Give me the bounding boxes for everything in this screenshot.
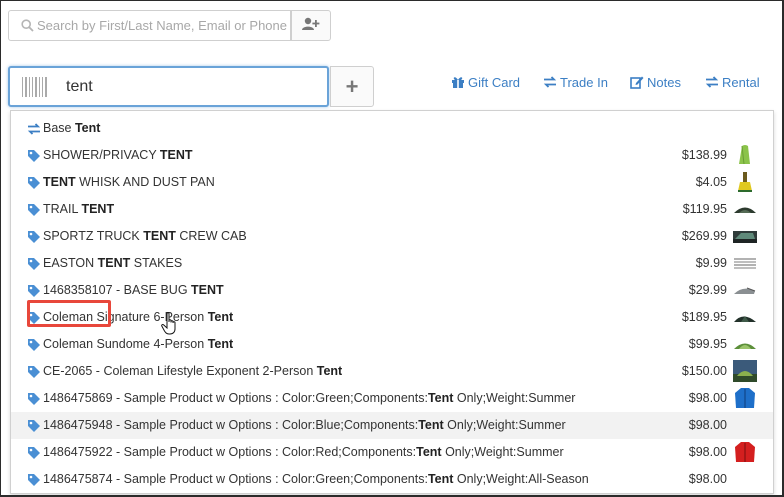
gift-icon — [451, 75, 465, 89]
gift-card-link[interactable]: Gift Card — [451, 74, 520, 90]
result-price: $98.00 — [688, 472, 727, 486]
swap-icon — [27, 122, 41, 136]
result-name: TRAIL TENT — [43, 202, 115, 216]
result-row[interactable]: 1468358107 - BASE BUG TENT $29.99 — [11, 277, 773, 304]
product-thumbnail — [733, 144, 757, 166]
edit-icon — [630, 75, 644, 89]
swap-icon — [705, 75, 719, 89]
notes-link[interactable]: Notes — [630, 74, 681, 90]
result-price: $150.00 — [681, 364, 727, 378]
result-row[interactable]: CE-2065 - Coleman Lifestyle Exponent 2-P… — [11, 358, 773, 385]
product-thumbnail — [733, 252, 757, 274]
tag-icon — [27, 473, 41, 487]
add-user-icon — [302, 17, 320, 34]
result-price: $9.99 — [695, 256, 727, 270]
result-row[interactable]: Coleman Signature 6-Person Tent $189.95 — [11, 304, 773, 331]
tag-icon — [27, 176, 41, 190]
result-name: 1486475948 - Sample Product w Options : … — [43, 418, 566, 432]
tag-icon — [27, 311, 41, 325]
product-thumbnail — [733, 333, 757, 355]
barcode-icon — [22, 76, 48, 97]
result-name: CE-2065 - Coleman Lifestyle Exponent 2-P… — [43, 364, 343, 378]
result-row[interactable]: SPORTZ TRUCK TENT CREW CAB $269.99 — [11, 223, 773, 250]
product-thumbnail — [733, 306, 757, 328]
result-row[interactable]: Base Tent — [11, 115, 773, 142]
result-row[interactable]: 1486475874 - Sample Product w Options : … — [11, 466, 773, 493]
tag-icon — [27, 203, 41, 217]
result-name: Coleman Signature 6-Person Tent — [43, 310, 234, 324]
tag-icon — [27, 338, 41, 352]
product-thumbnail — [733, 225, 757, 247]
customer-search-input[interactable] — [37, 18, 287, 33]
result-price: $189.95 — [681, 310, 727, 324]
result-row[interactable]: TRAIL TENT $119.95 — [11, 196, 773, 223]
search-icon — [17, 16, 37, 36]
product-search-input[interactable] — [66, 77, 316, 96]
result-price: $138.99 — [681, 148, 727, 162]
result-price: $98.00 — [688, 445, 727, 459]
result-row[interactable]: 1486475922 - Sample Product w Options : … — [11, 439, 773, 466]
result-name: EASTON TENT STAKES — [43, 256, 183, 270]
swap-icon — [543, 75, 557, 89]
rental-label: Rental — [722, 74, 760, 90]
tag-icon — [27, 230, 41, 244]
result-name: 1486475869 - Sample Product w Options : … — [43, 391, 576, 405]
product-thumbnail — [733, 441, 757, 463]
result-row[interactable]: Coleman Sundome 4-Person Tent $99.95 — [11, 331, 773, 358]
rental-link[interactable]: Rental — [705, 74, 760, 90]
result-price: $119.95 — [682, 202, 727, 216]
add-customer-button[interactable] — [291, 10, 331, 41]
result-name: Coleman Sundome 4-Person Tent — [43, 337, 234, 351]
result-row[interactable]: 1486475869 - Sample Product w Options : … — [11, 385, 773, 412]
product-thumbnail — [733, 279, 757, 301]
result-name: Base Tent — [43, 121, 101, 135]
result-price: $98.00 — [688, 418, 727, 432]
tag-icon — [27, 365, 41, 379]
result-name: TENT WHISK AND DUST PAN — [43, 175, 215, 189]
product-thumbnail — [733, 387, 757, 409]
result-name: 1486475874 - Sample Product w Options : … — [43, 472, 589, 486]
product-thumbnail — [733, 198, 757, 220]
result-price: $4.05 — [695, 175, 727, 189]
result-price: $269.99 — [681, 229, 727, 243]
search-results-dropdown: Base Tent SHOWER/PRIVACY TENT $138.99 TENT … — [10, 110, 774, 494]
notes-label: Notes — [647, 74, 681, 90]
trade-in-link[interactable]: Trade In — [543, 74, 608, 90]
plus-icon: + — [345, 73, 359, 99]
result-row[interactable]: EASTON TENT STAKES $9.99 — [11, 250, 773, 277]
gift-card-label: Gift Card — [468, 74, 521, 90]
tag-icon — [27, 392, 41, 406]
result-price: $99.95 — [688, 337, 727, 351]
product-thumbnail — [733, 360, 757, 382]
result-price: $29.99 — [688, 283, 727, 297]
result-price: $98.00 — [688, 391, 727, 405]
product-thumbnail — [733, 171, 757, 193]
result-row[interactable]: 1486475948 - Sample Product w Options : … — [11, 412, 773, 439]
tag-icon — [27, 257, 41, 271]
tag-icon — [27, 284, 41, 298]
product-search-field[interactable] — [8, 66, 329, 107]
result-row[interactable]: SHOWER/PRIVACY TENT $138.99 — [11, 142, 773, 169]
trade-in-label: Trade In — [560, 74, 608, 90]
result-name: 1486475922 - Sample Product w Options : … — [43, 445, 564, 459]
customer-search-field[interactable] — [8, 10, 291, 41]
result-name: SPORTZ TRUCK TENT CREW CAB — [43, 229, 247, 243]
result-name: SHOWER/PRIVACY TENT — [43, 148, 193, 162]
result-name: 1468358107 - BASE BUG TENT — [43, 283, 224, 297]
tag-icon — [27, 446, 41, 460]
add-product-button[interactable]: + — [330, 66, 374, 107]
tag-icon — [27, 149, 41, 163]
tag-icon — [27, 419, 41, 433]
result-row[interactable]: TENT WHISK AND DUST PAN $4.05 — [11, 169, 773, 196]
